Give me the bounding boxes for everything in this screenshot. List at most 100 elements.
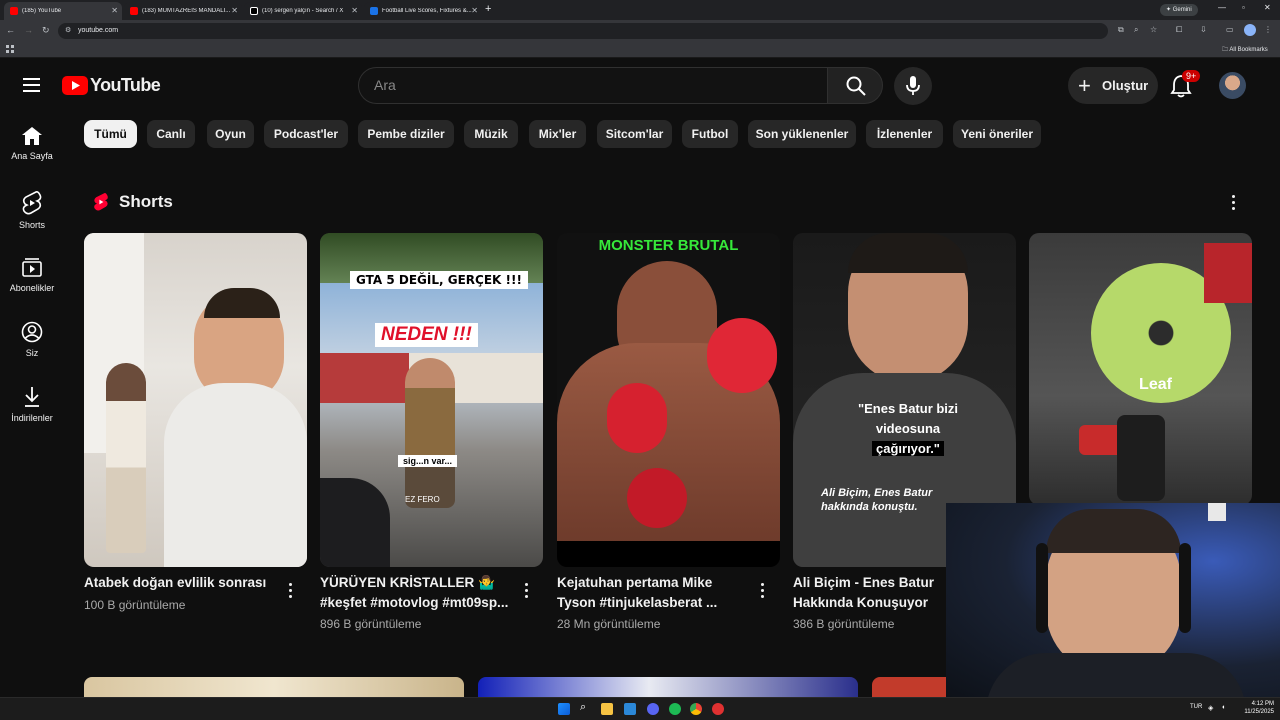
youtube-favicon-icon xyxy=(10,7,18,15)
chip-mixes[interactable]: Mix'ler xyxy=(529,120,586,148)
thumbnail-hair xyxy=(204,288,280,318)
sidebar-item-shorts[interactable]: Shorts xyxy=(0,191,64,230)
tab-label: (10) sergen yalçın - Search / X xyxy=(262,8,344,14)
media-icon[interactable] xyxy=(669,703,681,715)
language-indicator[interactable]: TUR xyxy=(1190,704,1202,710)
thumbnail-overlay-text: "Enes Batur bizi videosuna çağırıyor." xyxy=(853,399,963,459)
sidebar-item-home[interactable]: Ana Sayfa xyxy=(0,126,64,161)
short-title[interactable]: Kejatuhan pertama Mike Tyson #tinjukelas… xyxy=(557,573,752,613)
close-tab-icon[interactable]: ✕ xyxy=(471,6,478,15)
short-thumbnail[interactable]: Leaf xyxy=(1029,233,1252,505)
youtube-logo[interactable]: YouTube xyxy=(62,75,161,96)
gemini-label: Gemini xyxy=(1172,7,1192,13)
shorts-section-menu-icon[interactable] xyxy=(1232,195,1236,211)
close-tab-icon[interactable]: ✕ xyxy=(111,6,118,15)
chip-music[interactable]: Müzik xyxy=(464,120,518,148)
tab-football-scores[interactable]: Football Live Scores, Fixtures &... ✕ xyxy=(364,2,482,20)
video-thumbnail[interactable] xyxy=(872,677,952,697)
chip-all[interactable]: Tümü xyxy=(84,120,137,148)
sidebar-item-label: Ana Sayfa xyxy=(11,151,53,161)
sidebar-item-subscriptions[interactable]: Abonelikler xyxy=(0,256,64,293)
short-title[interactable]: Atabek doğan evlilik sonrası xyxy=(84,573,279,593)
chip-watched[interactable]: İzlenenler xyxy=(866,120,943,148)
video-thumbnail[interactable] xyxy=(478,677,858,697)
webcam-headphones xyxy=(1036,543,1048,633)
short-thumbnail[interactable]: MONSTER BRUTAL xyxy=(557,233,780,567)
thumbnail-hair xyxy=(848,233,968,273)
maximize-button[interactable]: ▫ xyxy=(1242,3,1245,12)
back-icon[interactable]: ← xyxy=(6,25,15,35)
minimize-button[interactable]: — xyxy=(1218,3,1226,12)
bookmark-star-icon[interactable]: ☆ xyxy=(1150,25,1157,34)
tab-label: (183) MÜMTAZREİS MANDALİ... xyxy=(142,8,231,14)
mail-icon[interactable] xyxy=(624,703,636,715)
app-icon[interactable] xyxy=(712,703,724,715)
home-icon xyxy=(22,127,42,145)
network-icon[interactable]: ◈ xyxy=(1208,704,1213,712)
gemini-button[interactable]: ✦ Gemini xyxy=(1160,4,1198,16)
sidebar-item-downloads[interactable]: İndirilenler xyxy=(0,386,64,423)
short-title[interactable]: YÜRÜYEN KRİSTALLER 🤷‍♂️ #keşfet #motovlo… xyxy=(320,573,515,613)
thumbnail-red-block xyxy=(1204,243,1252,303)
chip-podcasts[interactable]: Podcast'ler xyxy=(264,120,348,148)
chip-recently-uploaded[interactable]: Son yüklenenler xyxy=(748,120,856,148)
profile-avatar[interactable] xyxy=(1244,24,1256,36)
apps-grid-icon[interactable] xyxy=(6,45,14,53)
account-avatar[interactable] xyxy=(1219,72,1246,99)
clock[interactable]: 4:12 PM 11/25/2025 xyxy=(1240,700,1274,716)
tab-mumtazreis[interactable]: (183) MÜMTAZREİS MANDALİ... ✕ xyxy=(124,2,242,20)
chip-gaming[interactable]: Oyun xyxy=(207,120,254,148)
downloads-toolbar-icon[interactable]: ⇩ xyxy=(1200,25,1207,34)
notifications-button[interactable]: 9+ xyxy=(1170,70,1201,103)
create-label: Oluştur xyxy=(1102,78,1149,93)
tab-search-icon[interactable]: ▭ xyxy=(1226,25,1234,34)
sidebar-item-you[interactable]: Siz xyxy=(0,321,64,358)
close-window-button[interactable]: ✕ xyxy=(1264,3,1271,12)
webcam-hair xyxy=(1046,509,1181,553)
search-input[interactable]: Ara xyxy=(358,67,828,104)
start-button-icon[interactable] xyxy=(558,703,570,715)
file-explorer-icon[interactable] xyxy=(601,703,613,715)
install-icon[interactable]: ⧉ xyxy=(1118,25,1124,35)
all-bookmarks-button[interactable]: 🗀 All Bookmarks xyxy=(1222,45,1268,55)
chip-sitcoms[interactable]: Sitcom'lar xyxy=(597,120,672,148)
sidebar-item-label: Siz xyxy=(25,348,39,358)
new-tab-button[interactable]: + xyxy=(485,3,491,15)
thumbnail-person-background xyxy=(106,363,146,553)
chip-football[interactable]: Futbol xyxy=(682,120,738,148)
zoom-icon[interactable]: ⌕ xyxy=(1134,25,1138,35)
search-placeholder: Ara xyxy=(374,77,396,93)
extensions-icon[interactable]: ⧠ xyxy=(1176,25,1182,35)
short-thumbnail[interactable]: GTA 5 DEĞİL, GERÇEK !!! NEDEN !!! sig...… xyxy=(320,233,543,567)
chrome-menu-icon[interactable]: ⋮ xyxy=(1264,25,1272,34)
menu-hamburger-icon[interactable] xyxy=(23,78,40,92)
tab-youtube[interactable]: (185) YouTube ✕ xyxy=(4,2,122,20)
short-views: 896 B görüntüleme xyxy=(320,617,422,631)
search-button[interactable] xyxy=(827,67,883,104)
chip-soap-operas[interactable]: Pembe diziler xyxy=(358,120,454,148)
reload-icon[interactable]: ↻ xyxy=(42,25,50,36)
video-thumbnail[interactable] xyxy=(84,677,464,697)
chip-live[interactable]: Canlı xyxy=(147,120,195,148)
webcam-background-light xyxy=(1208,503,1226,521)
thumbnail-remote xyxy=(1117,415,1165,501)
volume-icon[interactable]: ◐ xyxy=(1222,704,1226,711)
discord-icon[interactable] xyxy=(647,703,659,715)
create-button[interactable]: + Oluştur xyxy=(1068,67,1158,104)
close-tab-icon[interactable]: ✕ xyxy=(231,6,238,15)
short-menu-icon[interactable] xyxy=(525,583,529,599)
chrome-icon[interactable] xyxy=(690,703,702,715)
thumbnail-person xyxy=(405,358,455,508)
url-bar[interactable]: ⚙ youtube.com xyxy=(58,23,1108,39)
close-tab-icon[interactable]: ✕ xyxy=(351,6,358,15)
short-thumbnail[interactable] xyxy=(84,233,307,567)
tab-x-search[interactable]: (10) sergen yalçın - Search / X ✕ xyxy=(244,2,362,20)
site-info-icon[interactable]: ⚙ xyxy=(65,23,71,39)
short-menu-icon[interactable] xyxy=(761,583,765,599)
chip-new-to-you[interactable]: Yeni öneriler xyxy=(953,120,1041,148)
webcam-overlay xyxy=(946,503,1280,697)
short-menu-icon[interactable] xyxy=(289,583,293,599)
search-taskbar-icon[interactable]: ⌕ xyxy=(580,701,586,714)
forward-icon[interactable]: → xyxy=(24,25,33,35)
voice-search-button[interactable] xyxy=(894,67,932,105)
